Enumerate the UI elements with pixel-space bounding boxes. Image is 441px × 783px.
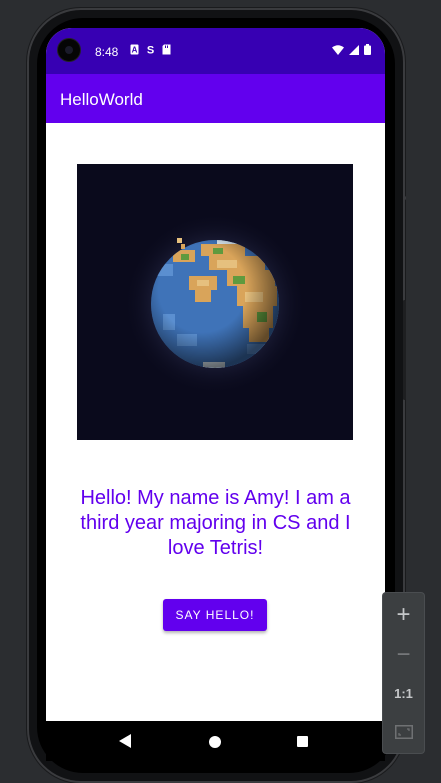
svg-text:A: A [132,46,138,55]
volume-button[interactable] [403,300,406,400]
a-icon: A [130,44,139,55]
zoom-in-button[interactable]: + [383,597,424,633]
battery-icon [364,44,371,55]
actual-size-button[interactable]: 1:1 [383,675,424,711]
fit-screen-button[interactable] [383,714,424,750]
app-bar: HelloWorld [46,74,385,123]
wifi-icon [332,44,344,55]
home-icon[interactable] [209,736,221,748]
phone-screen: 8:48 A S HelloWorld Hello! My name is Am… [46,28,385,761]
status-bar: 8:48 A S [46,28,385,74]
system-status-icons [332,44,371,55]
recents-icon[interactable] [297,736,308,747]
front-camera [58,39,80,61]
fit-screen-icon [394,725,413,739]
hello-message: Hello! My name is Amy! I am a third year… [80,487,351,559]
status-time: 8:48 [95,45,119,59]
say-hello-button[interactable]: SAY HELLO! [163,599,267,631]
back-icon[interactable] [119,734,131,748]
earth-illustration [123,212,307,396]
signal-icon [349,44,359,55]
s-icon: S [147,45,154,56]
svg-text:S: S [147,45,154,56]
sd-card-icon [162,44,171,55]
zoom-out-button[interactable]: − [383,637,424,673]
emulator-zoom-panel: + − 1:1 [383,593,424,753]
notification-icons: A S [130,44,171,55]
power-button[interactable] [403,196,406,200]
main-content: Hello! My name is Amy! I am a third year… [46,123,385,721]
app-title: HelloWorld [60,90,143,109]
pixel-earth-image [77,164,353,440]
navigation-bar [46,721,385,761]
